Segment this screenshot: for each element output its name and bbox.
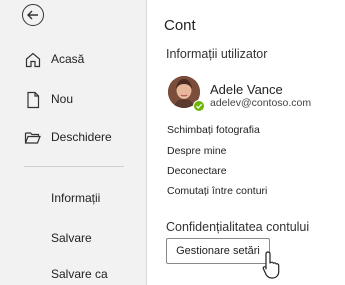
sidebar-divider bbox=[24, 166, 124, 167]
back-arrow-icon[interactable] bbox=[22, 4, 44, 26]
privacy-heading: Confidențialitatea contului bbox=[166, 220, 310, 234]
change-photo-link[interactable]: Schimbați fotografia bbox=[167, 124, 260, 136]
sidebar-item-save-as[interactable]: Salvare ca bbox=[51, 267, 108, 281]
user-email: adelev@contoso.com bbox=[210, 97, 312, 109]
mouse-cursor-icon bbox=[262, 251, 280, 279]
manage-settings-button[interactable]: Gestionare setări bbox=[166, 238, 270, 264]
user-name: Adele Vance bbox=[210, 82, 283, 97]
sidebar-item-label: Acasă bbox=[51, 52, 85, 66]
user-info-heading: Informații utilizator bbox=[166, 47, 268, 61]
sidebar-item-open[interactable]: Deschidere bbox=[0, 126, 146, 150]
sidebar-item-label: Deschidere bbox=[51, 130, 112, 144]
home-icon bbox=[24, 51, 42, 69]
account-pane: Cont Informații utilizator Adele Vance a… bbox=[147, 0, 345, 285]
switch-account-link[interactable]: Comutați între conturi bbox=[167, 185, 267, 197]
sidebar: Acasă Nou Deschidere Informații Salvare … bbox=[0, 0, 147, 285]
sidebar-item-info[interactable]: Informații bbox=[51, 191, 100, 205]
sidebar-item-label: Nou bbox=[51, 92, 74, 106]
sidebar-item-new[interactable]: Nou bbox=[0, 88, 146, 112]
status-badge bbox=[193, 100, 205, 112]
sidebar-item-home[interactable]: Acasă bbox=[0, 48, 146, 72]
sign-out-link[interactable]: Deconectare bbox=[167, 165, 227, 177]
about-me-link[interactable]: Despre mine bbox=[167, 145, 227, 157]
new-document-icon bbox=[24, 91, 42, 109]
page-title: Cont bbox=[164, 17, 196, 34]
folder-open-icon bbox=[24, 129, 42, 147]
sidebar-item-save[interactable]: Salvare bbox=[51, 231, 92, 245]
